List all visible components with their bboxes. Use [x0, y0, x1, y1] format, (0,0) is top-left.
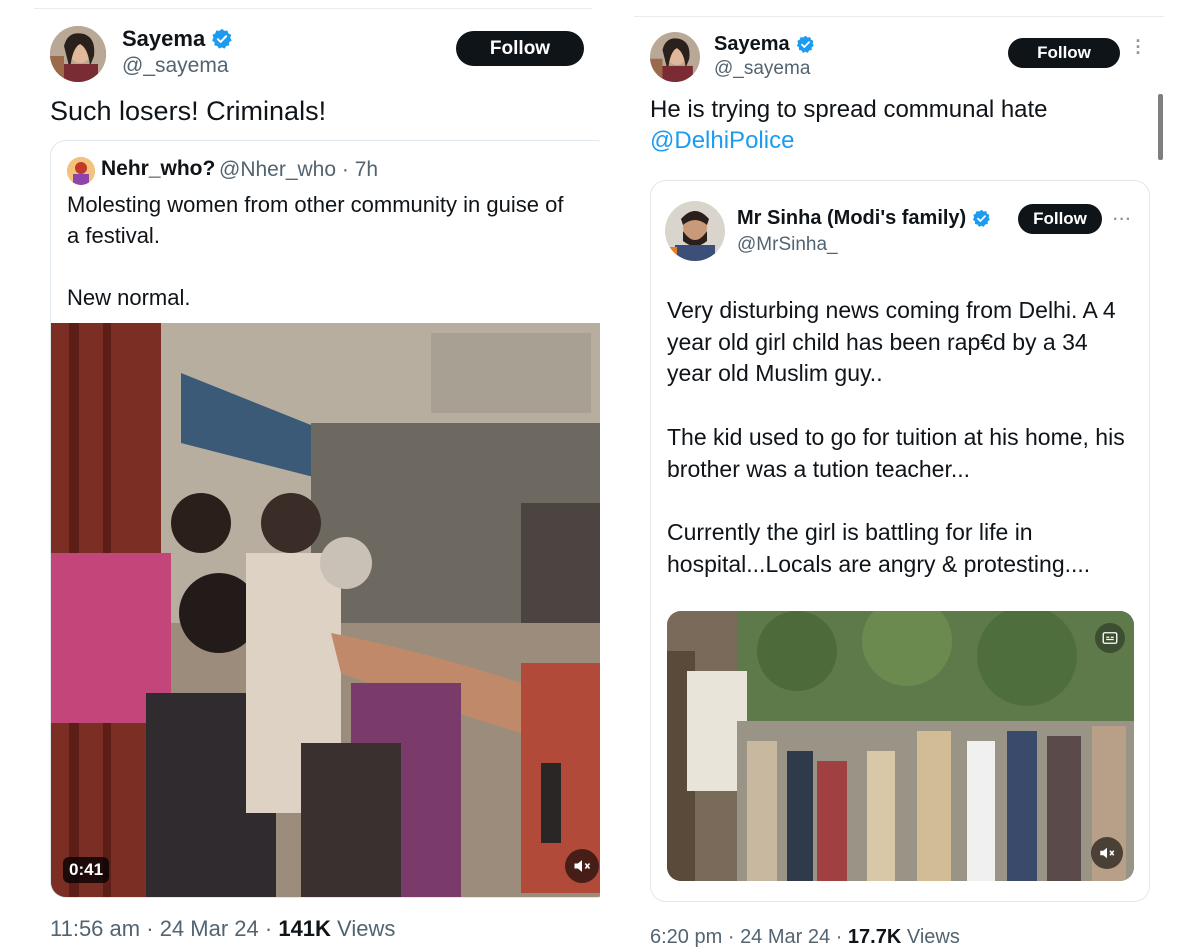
tweet-text: Such losers! Criminals!: [50, 96, 327, 126]
follow-button[interactable]: Follow: [456, 31, 584, 66]
quoted-text: Very disturbing news coming from Delhi. …: [667, 297, 1125, 577]
tweet-time[interactable]: 11:56 am: [50, 916, 140, 941]
left-tweet: Sayema @_sayema Follow Such losers! Crim…: [0, 0, 600, 949]
tweet-time[interactable]: 6:20 pm: [650, 926, 722, 948]
avatar-image: [650, 32, 700, 82]
quoted-tweet[interactable]: Nehr_who? @Nher_who · 7h Molesting women…: [50, 140, 600, 898]
divider: [634, 16, 1164, 17]
quoted-avatar[interactable]: [67, 157, 95, 185]
quoted-avatar-image: [67, 157, 95, 185]
views-label: Views: [337, 916, 396, 941]
tweet-text: He is trying to spread communal hate @De…: [650, 96, 1048, 154]
video-frame: [667, 611, 1134, 881]
divider: [34, 8, 592, 9]
views-count: 141K: [278, 916, 331, 941]
quoted-author-name[interactable]: Nehr_who?: [101, 157, 215, 181]
verified-badge-icon: [973, 209, 991, 227]
quoted-author-handle[interactable]: @MrSinha_: [737, 234, 838, 256]
avatar[interactable]: [650, 32, 700, 82]
verified-badge-icon: [212, 28, 232, 49]
author-handle[interactable]: @_sayema: [714, 58, 810, 80]
author-name[interactable]: Sayema: [714, 33, 815, 56]
quoted-tweet[interactable]: Mr Sinha (Modi's family) @MrSinha_ Follo…: [650, 180, 1150, 902]
horizontal-dots-icon[interactable]: ···: [1113, 211, 1132, 229]
tweet-meta: 11:56 am · 24 Mar 24 · 141K Views: [50, 916, 396, 941]
vertical-dots-icon[interactable]: · · ·: [1134, 32, 1144, 62]
verified-badge-icon: [796, 35, 814, 53]
quoted-avatar[interactable]: [665, 201, 725, 261]
quoted-follow-button[interactable]: Follow: [1018, 204, 1102, 234]
scrollbar[interactable]: [1158, 94, 1163, 160]
quoted-text: Molesting women from other community in …: [67, 192, 564, 310]
quoted-avatar-image: [665, 201, 725, 261]
tweet-meta: 6:20 pm · 24 Mar 24 · 17.7K Views: [650, 926, 960, 948]
video-player[interactable]: [667, 611, 1134, 881]
tweet-date[interactable]: 24 Mar 24: [740, 926, 830, 948]
quoted-author-name[interactable]: Mr Sinha (Modi's family): [737, 207, 991, 230]
captions-icon[interactable]: [1095, 623, 1125, 653]
author-handle[interactable]: @_sayema: [122, 54, 229, 78]
speaker-muted-icon[interactable]: [1091, 837, 1123, 869]
right-tweet: Sayema @_sayema Follow · · · He is trying …: [620, 0, 1200, 949]
quoted-author-handle[interactable]: @Nher_who · 7h: [219, 158, 378, 182]
follow-button[interactable]: Follow: [1008, 38, 1120, 68]
avatar[interactable]: [50, 26, 106, 82]
tweet-date[interactable]: 24 Mar 24: [160, 916, 259, 941]
mention-link[interactable]: @DelhiPolice: [650, 127, 794, 154]
video-frame: [51, 323, 600, 897]
speaker-muted-icon[interactable]: [565, 849, 599, 883]
video-player[interactable]: 0:41: [51, 323, 600, 897]
views-label: Views: [906, 926, 960, 948]
quoted-time: · 7h: [341, 158, 379, 181]
author-name[interactable]: Sayema: [122, 26, 233, 52]
avatar-image: [50, 26, 106, 82]
views-count: 17.7K: [847, 926, 902, 948]
video-duration: 0:41: [63, 857, 110, 883]
